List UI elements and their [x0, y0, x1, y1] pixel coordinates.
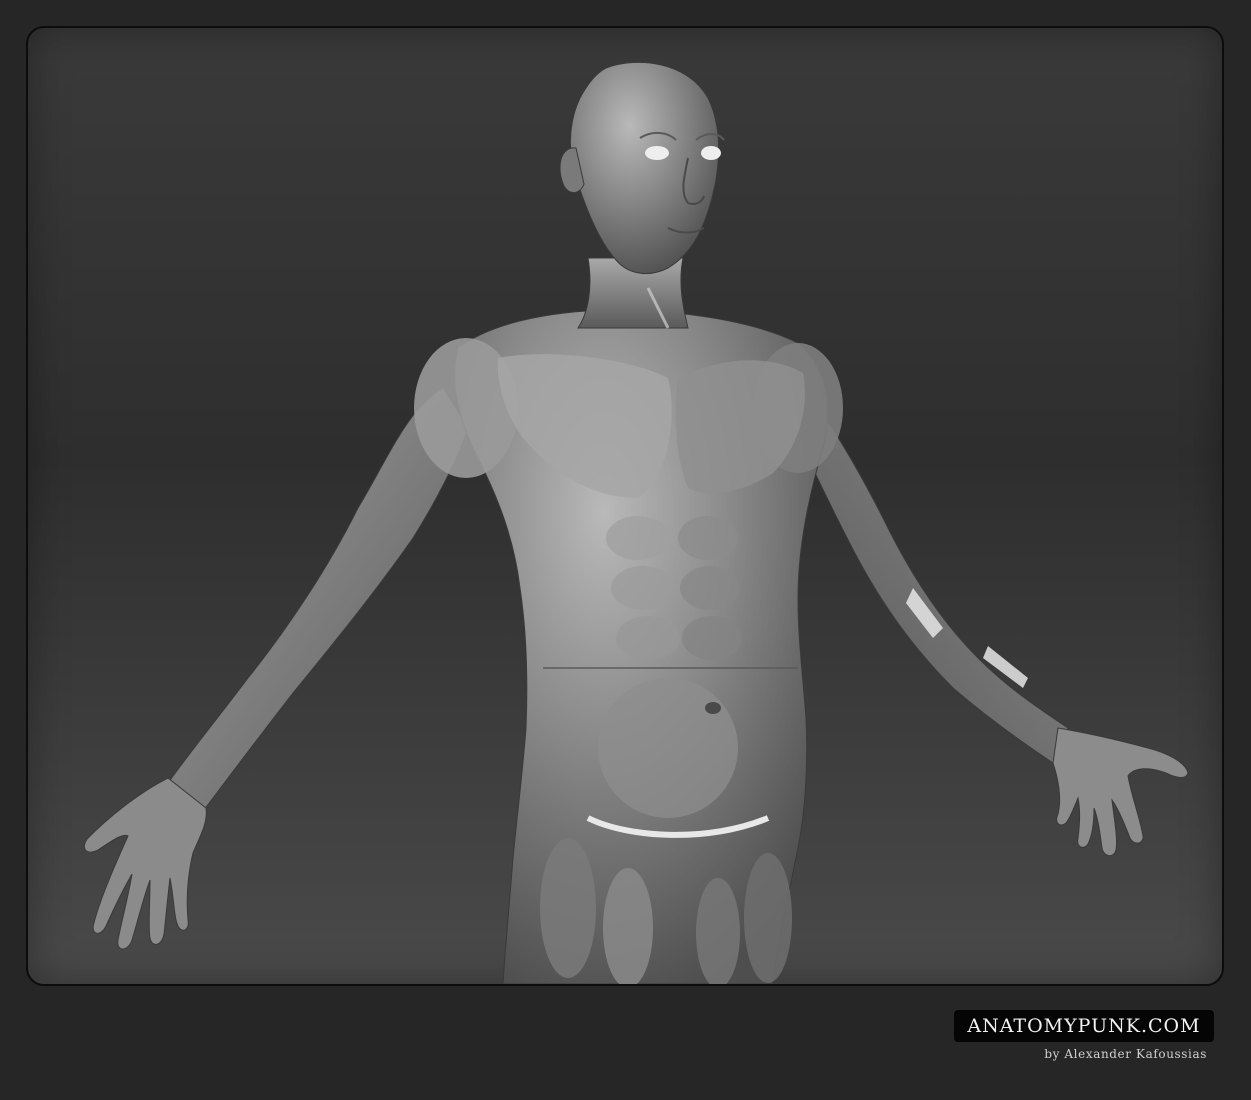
- left-hand: [83, 777, 207, 950]
- author-byline: by Alexander Kafoussias: [1044, 1047, 1207, 1061]
- left-eye: [645, 146, 669, 160]
- anatomy-figure-render: [83, 61, 1189, 984]
- head: [569, 61, 720, 275]
- render-frame: [26, 26, 1224, 986]
- navel: [705, 702, 721, 714]
- anatomypunk-badge: ANATOMYPUNK.COM: [954, 1010, 1214, 1042]
- right-arm: [797, 386, 1069, 764]
- right-hand: [1052, 727, 1189, 857]
- site-title: ANATOMYPUNK.COM: [967, 1015, 1201, 1037]
- left-arm: [167, 387, 469, 819]
- right-eye: [701, 146, 721, 160]
